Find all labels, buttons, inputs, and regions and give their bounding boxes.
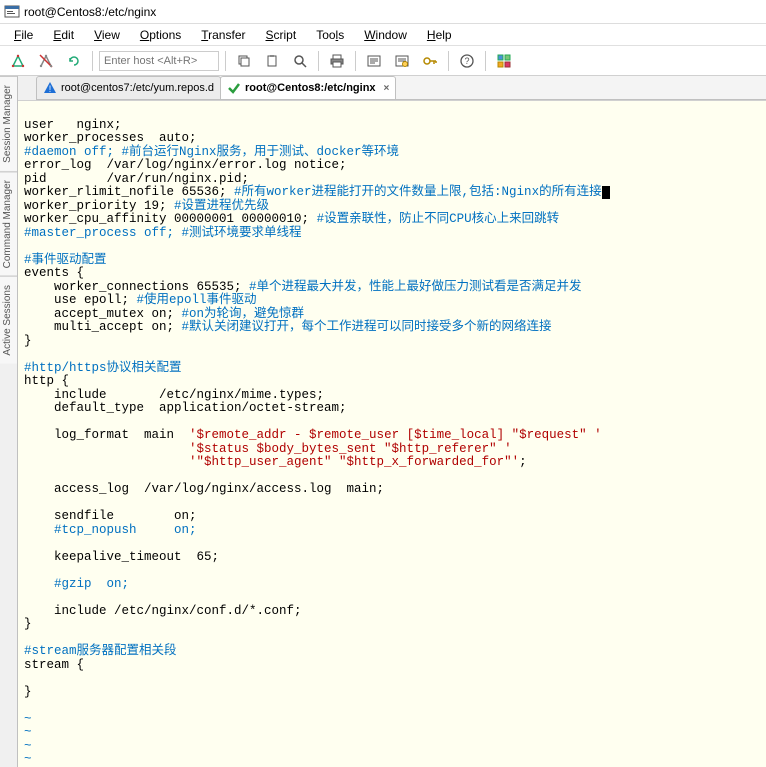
menu-help[interactable]: Help — [419, 26, 460, 44]
menubar: File Edit View Options Transfer Script T… — [0, 24, 766, 46]
disconnect-icon[interactable] — [34, 49, 58, 73]
separator — [355, 51, 356, 71]
svg-text:!: ! — [49, 84, 52, 94]
separator — [225, 51, 226, 71]
menu-window[interactable]: Window — [356, 26, 415, 44]
svg-text:?: ? — [464, 56, 469, 66]
line: user nginx; worker_processes auto; #daem… — [24, 118, 610, 767]
find-icon[interactable] — [288, 49, 312, 73]
tab-label: root@centos7:/etc/yum.repos.d — [61, 82, 214, 94]
tabbar: ! root@centos7:/etc/yum.repos.d root@Cen… — [36, 76, 766, 100]
connect-icon[interactable] — [6, 49, 30, 73]
close-icon[interactable]: × — [384, 83, 390, 94]
key-icon[interactable] — [418, 49, 442, 73]
menu-edit[interactable]: Edit — [45, 26, 82, 44]
tab-label: root@Centos8:/etc/nginx — [245, 82, 376, 94]
help-icon[interactable]: ? — [455, 49, 479, 73]
menu-transfer[interactable]: Transfer — [193, 26, 253, 44]
menu-view[interactable]: View — [86, 26, 128, 44]
menu-options[interactable]: Options — [132, 26, 189, 44]
reconnect-icon[interactable] — [62, 49, 86, 73]
separator — [92, 51, 93, 71]
side-tab-session-manager[interactable]: Session Manager — [0, 76, 17, 171]
main-area: Session Manager Command Manager Active S… — [0, 76, 766, 767]
session-options-icon[interactable] — [390, 49, 414, 73]
side-tab-command-manager[interactable]: Command Manager — [0, 171, 17, 276]
side-tabs: Session Manager Command Manager Active S… — [0, 76, 18, 767]
check-icon — [227, 81, 241, 95]
separator — [448, 51, 449, 71]
host-input[interactable] — [99, 51, 219, 71]
window-title: root@Centos8:/etc/nginx — [24, 5, 156, 19]
toolbar: ? — [0, 46, 766, 76]
copy-icon[interactable] — [232, 49, 256, 73]
tab-centos7[interactable]: ! root@centos7:/etc/yum.repos.d — [36, 76, 221, 99]
terminal[interactable]: user nginx; worker_processes auto; #daem… — [18, 100, 766, 767]
options-icon[interactable] — [362, 49, 386, 73]
warning-icon: ! — [43, 81, 57, 95]
menu-file[interactable]: File — [6, 26, 41, 44]
separator — [318, 51, 319, 71]
paste-icon[interactable] — [260, 49, 284, 73]
menu-tools[interactable]: Tools — [308, 26, 352, 44]
print-icon[interactable] — [325, 49, 349, 73]
titlebar: root@Centos8:/etc/nginx — [0, 0, 766, 24]
tab-centos8[interactable]: root@Centos8:/etc/nginx × — [220, 76, 396, 99]
cursor — [602, 186, 610, 199]
side-tab-active-sessions[interactable]: Active Sessions — [0, 276, 17, 364]
menu-script[interactable]: Script — [258, 26, 305, 44]
tile-icon[interactable] — [492, 49, 516, 73]
app-icon — [4, 4, 20, 20]
separator — [485, 51, 486, 71]
